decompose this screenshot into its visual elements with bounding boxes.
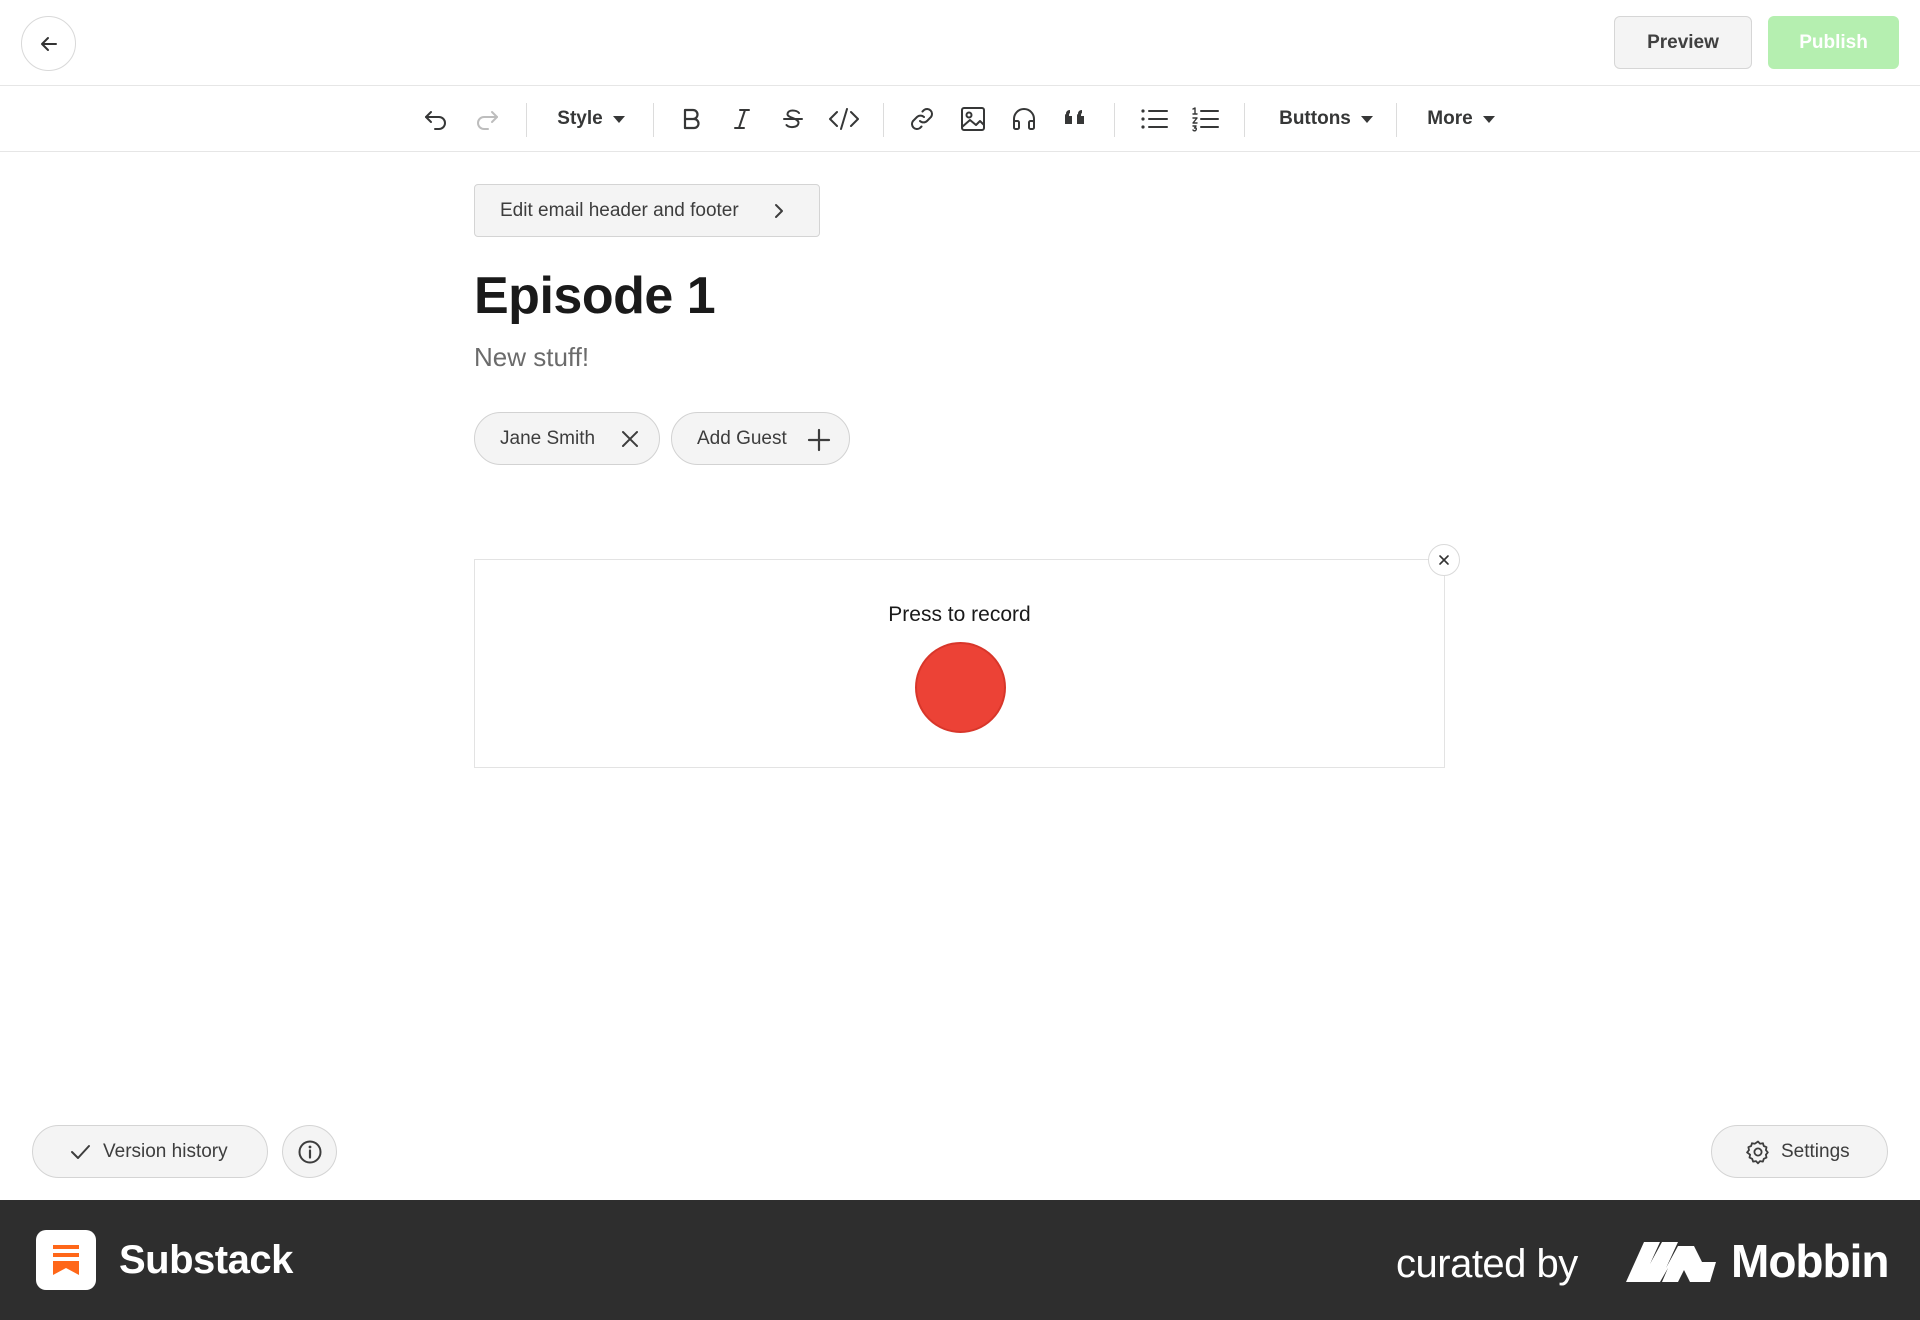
style-dropdown[interactable]: Style	[548, 86, 634, 152]
settings-button[interactable]: Settings	[1711, 1125, 1888, 1178]
toolbar-divider	[1244, 103, 1245, 137]
close-icon[interactable]	[619, 428, 641, 450]
back-button[interactable]	[21, 16, 76, 71]
undo-button[interactable]	[416, 86, 456, 152]
plus-icon	[807, 428, 831, 452]
caret-down-icon	[612, 115, 625, 123]
arrow-left-icon	[40, 36, 57, 51]
audio-icon	[1013, 108, 1035, 130]
editor-app: Preview Publish Style Buttons More Edit …	[0, 0, 1920, 1320]
bullet-list-button[interactable]	[1134, 86, 1174, 152]
version-history-label: Version history	[103, 1140, 228, 1162]
formatting-toolbar: Style Buttons More	[0, 86, 1920, 152]
close-icon	[1439, 555, 1449, 565]
post-subtitle[interactable]: New stuff!	[474, 342, 589, 373]
recorder-label: Press to record	[888, 603, 1031, 626]
toolbar-divider	[526, 103, 527, 137]
italic-icon	[734, 109, 750, 129]
code-icon	[829, 108, 859, 130]
redo-button[interactable]	[467, 86, 507, 152]
image-icon	[961, 107, 985, 131]
strikethrough-icon	[783, 109, 803, 129]
undo-icon	[425, 111, 446, 130]
add-guest-button[interactable]: Add Guest	[671, 412, 850, 465]
publish-button[interactable]: Publish	[1768, 16, 1899, 69]
curated-by-text: curated by	[1396, 1242, 1578, 1286]
bullet-list-icon	[1141, 109, 1168, 129]
guest-chip[interactable]: Jane Smith	[474, 412, 660, 465]
post-title[interactable]: Episode 1	[474, 266, 716, 326]
info-icon	[298, 1140, 321, 1163]
image-button[interactable]	[953, 86, 993, 152]
toolbar-divider	[653, 103, 654, 137]
chevron-right-icon	[775, 204, 783, 218]
edit-email-header-label: Edit email header and footer	[500, 199, 739, 221]
quote-icon	[1065, 110, 1084, 124]
redo-icon	[477, 111, 498, 130]
info-button[interactable]	[282, 1125, 337, 1178]
add-guest-label: Add Guest	[697, 427, 787, 449]
toolbar-divider	[1114, 103, 1115, 137]
buttons-dropdown[interactable]: Buttons	[1270, 86, 1382, 152]
top-bar: Preview Publish	[0, 0, 1920, 86]
link-button[interactable]	[902, 86, 942, 152]
record-button[interactable]	[915, 642, 1006, 733]
audio-recorder: Press to record	[474, 559, 1445, 768]
quote-button[interactable]	[1055, 86, 1095, 152]
strikethrough-button[interactable]	[773, 86, 813, 152]
version-history-button[interactable]: Version history	[32, 1125, 268, 1178]
more-dropdown[interactable]: More	[1420, 86, 1502, 152]
code-button[interactable]	[824, 86, 864, 152]
substack-logo	[36, 1230, 96, 1290]
app-name: Substack	[119, 1238, 293, 1282]
italic-button[interactable]	[722, 86, 762, 152]
footer-banner: Substack curated by Mobbin	[0, 1200, 1920, 1320]
buttons-dropdown-label: Buttons	[1279, 108, 1351, 129]
brand-name: Mobbin	[1731, 1235, 1889, 1287]
mobbin-logo-icon	[1626, 1242, 1716, 1282]
edit-email-header-button[interactable]: Edit email header and footer	[474, 184, 820, 237]
caret-down-icon	[1360, 115, 1373, 123]
caret-down-icon	[1482, 115, 1495, 123]
check-icon	[71, 1144, 90, 1159]
bold-button[interactable]	[671, 86, 711, 152]
audio-button[interactable]	[1004, 86, 1044, 152]
guest-name: Jane Smith	[500, 427, 596, 449]
style-dropdown-label: Style	[557, 108, 603, 129]
settings-label: Settings	[1781, 1140, 1850, 1162]
numbered-list-icon	[1192, 107, 1219, 132]
gear-icon	[1746, 1140, 1769, 1164]
recorder-close-button[interactable]	[1428, 544, 1460, 576]
preview-button[interactable]: Preview	[1614, 16, 1752, 69]
bold-icon	[683, 108, 700, 130]
link-icon	[911, 108, 933, 130]
more-dropdown-label: More	[1427, 108, 1473, 129]
substack-icon	[53, 1245, 79, 1275]
numbered-list-button[interactable]	[1185, 86, 1225, 152]
toolbar-divider	[1396, 103, 1397, 137]
toolbar-divider	[883, 103, 884, 137]
